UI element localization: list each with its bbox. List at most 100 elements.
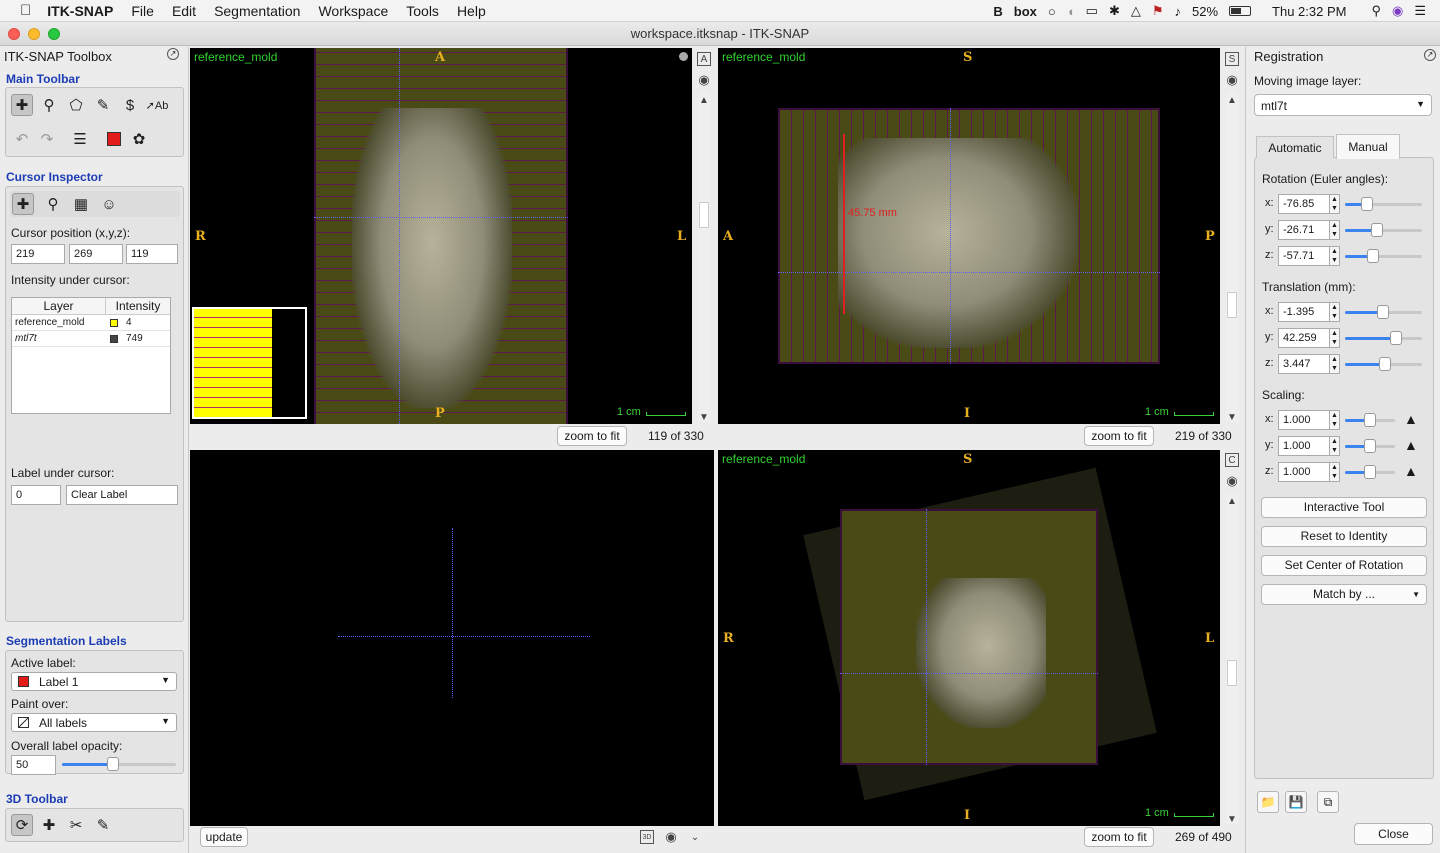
axial-view[interactable]: reference_mold A P R L 1 cm	[190, 48, 692, 424]
apple-icon[interactable]: 	[20, 2, 31, 19]
inspector-table-icon[interactable]: ▦	[70, 193, 92, 215]
annotation-tool-icon[interactable]: ➚Ab	[146, 94, 169, 116]
label-name-field[interactable]: Clear Label	[66, 485, 178, 505]
opacity-slider[interactable]	[62, 757, 176, 771]
axial-scroll-up-icon[interactable]: ▲	[697, 93, 711, 107]
label-color-icon[interactable]	[103, 128, 125, 150]
rotation-stepper[interactable]: ▲ ▼	[1329, 194, 1340, 214]
coronal-scroll-up-icon[interactable]: ▲	[1225, 494, 1239, 508]
sagittal-scroll-down-icon[interactable]: ▼	[1225, 410, 1239, 424]
open-file-icon[interactable]: 📁	[1257, 791, 1279, 813]
notification-icon[interactable]: ☰	[1414, 3, 1426, 19]
rotation-stepper[interactable]: ▲ ▼	[1329, 220, 1340, 240]
flip-axis-icon[interactable]: ▲	[1404, 437, 1418, 453]
cursor-y-field[interactable]: 269	[69, 244, 123, 264]
tab-manual[interactable]: Manual	[1336, 134, 1400, 159]
menu-workspace[interactable]: Workspace	[318, 3, 388, 19]
rotation-value-field[interactable]: -76.85	[1278, 194, 1330, 214]
menu-edit[interactable]: Edit	[172, 3, 196, 19]
coronal-scroll-thumb[interactable]	[1227, 660, 1237, 686]
siri-icon[interactable]: ◉	[1392, 3, 1403, 19]
rotation-slider[interactable]	[1345, 249, 1422, 263]
rotation-slider-knob[interactable]	[1366, 249, 1379, 263]
three-d-camera-icon[interactable]: ◉	[664, 829, 678, 844]
translation-slider[interactable]	[1345, 305, 1422, 319]
scaling-value-field[interactable]: 1.000	[1278, 436, 1330, 456]
moving-image-dropdown[interactable]: mtl7t ▼	[1254, 94, 1432, 116]
coronal-scroll-down-icon[interactable]: ▼	[1225, 812, 1239, 826]
translation-slider[interactable]	[1345, 331, 1422, 345]
undo-icon[interactable]: ↶	[11, 128, 33, 150]
thumbnail-overview[interactable]	[192, 307, 307, 419]
coronal-layout-icon[interactable]: C	[1225, 453, 1239, 467]
coronal-camera-icon[interactable]: ◉	[1225, 473, 1239, 488]
three-d-mode-icon[interactable]: 3D	[640, 830, 654, 844]
set-center-button[interactable]: Set Center of Rotation	[1261, 555, 1427, 576]
scaling-slider-knob[interactable]	[1364, 413, 1376, 427]
rotate-3d-icon[interactable]: ⟳	[11, 814, 33, 836]
update-3d-button[interactable]: update	[200, 827, 248, 847]
zoom-tool-icon[interactable]: ⚲	[38, 94, 60, 116]
inspector-zoom-icon[interactable]: ⚲	[42, 193, 64, 215]
paint-over-dropdown[interactable]: All labels ▼	[11, 713, 177, 732]
sagittal-zoom-to-fit-button[interactable]: zoom to fit	[1084, 426, 1154, 446]
undock-icon[interactable]: ↗	[1424, 49, 1436, 61]
translation-value-field[interactable]: 42.259	[1278, 328, 1330, 348]
sagittal-scroll-up-icon[interactable]: ▲	[1225, 93, 1239, 107]
polygon-tool-icon[interactable]: ⬠	[65, 94, 87, 116]
wifi-icon[interactable]: △	[1131, 3, 1141, 19]
translation-slider-knob[interactable]	[1389, 331, 1402, 345]
scaling-stepper[interactable]: ▲ ▼	[1329, 410, 1340, 430]
box-icon[interactable]: box	[1014, 4, 1037, 19]
axial-camera-icon[interactable]: ◉	[697, 72, 711, 87]
translation-value-field[interactable]: 3.447	[1278, 354, 1330, 374]
close-button[interactable]: Close	[1354, 823, 1433, 845]
save-icon[interactable]: 💾	[1285, 791, 1307, 813]
volume-icon[interactable]: ♪	[1175, 4, 1182, 19]
sagittal-scrollbar[interactable]	[1226, 92, 1238, 422]
translation-stepper[interactable]: ▲ ▼	[1329, 302, 1340, 322]
sagittal-view[interactable]: 45.75 mm reference_mold S I A P 1 cm	[718, 48, 1220, 424]
scaling-slider[interactable]	[1345, 465, 1395, 479]
menu-tools[interactable]: Tools	[406, 3, 439, 19]
opacity-slider-knob[interactable]	[107, 757, 120, 771]
chevron-down-icon[interactable]: ⌄	[688, 830, 702, 844]
match-by-button[interactable]: Match by ... ▼	[1261, 584, 1427, 605]
scaling-slider-knob[interactable]	[1364, 465, 1376, 479]
sagittal-camera-icon[interactable]: ◉	[1225, 72, 1239, 87]
scaling-slider[interactable]	[1345, 439, 1395, 453]
menu-app-name[interactable]: ITK-SNAP	[47, 3, 113, 19]
active-label-dropdown[interactable]: Label 1 ▼	[11, 672, 177, 691]
axial-layout-icon[interactable]: A	[697, 52, 711, 66]
interactive-tool-button[interactable]: Interactive Tool	[1261, 497, 1427, 518]
close-window-button[interactable]	[8, 28, 20, 40]
copy-icon[interactable]: ⧉	[1317, 791, 1339, 813]
crosshair-3d-icon[interactable]: ✚	[38, 814, 60, 836]
table-row[interactable]: mtl7t 749	[12, 331, 170, 347]
layers-icon[interactable]: ☰	[69, 128, 91, 150]
label-id-field[interactable]: 0	[11, 485, 61, 505]
translation-value-field[interactable]: -1.395	[1278, 302, 1330, 322]
measure-line[interactable]	[843, 134, 845, 314]
axial-zoom-to-fit-button[interactable]: zoom to fit	[557, 426, 627, 446]
rotation-slider-knob[interactable]	[1371, 223, 1384, 237]
opacity-field[interactable]: 50	[11, 755, 56, 775]
minimize-window-button[interactable]	[28, 28, 40, 40]
translation-slider-knob[interactable]	[1379, 357, 1392, 371]
clock-text[interactable]: Thu 2:32 PM	[1272, 4, 1346, 19]
paintbrush-tool-icon[interactable]: ✎	[92, 94, 114, 116]
translation-slider-knob[interactable]	[1376, 305, 1389, 319]
battery-icon[interactable]	[1229, 6, 1252, 16]
palette-icon[interactable]: ✿	[128, 128, 150, 150]
menu-segmentation[interactable]: Segmentation	[214, 3, 300, 19]
axial-scrollbar[interactable]	[698, 92, 710, 422]
coronal-view[interactable]: reference_mold S I R L 1 cm	[718, 450, 1220, 826]
inspector-crosshair-icon[interactable]: ✚	[12, 193, 34, 215]
status-icon[interactable]: B	[993, 4, 1002, 19]
rotation-value-field[interactable]: -57.71	[1278, 246, 1330, 266]
axial-scroll-down-icon[interactable]: ▼	[697, 410, 711, 424]
cursor-x-field[interactable]: 219	[11, 244, 65, 264]
scaling-stepper[interactable]: ▲ ▼	[1329, 462, 1340, 482]
cursor-z-field[interactable]: 119	[126, 244, 178, 264]
redo-icon[interactable]: ↷	[36, 128, 58, 150]
